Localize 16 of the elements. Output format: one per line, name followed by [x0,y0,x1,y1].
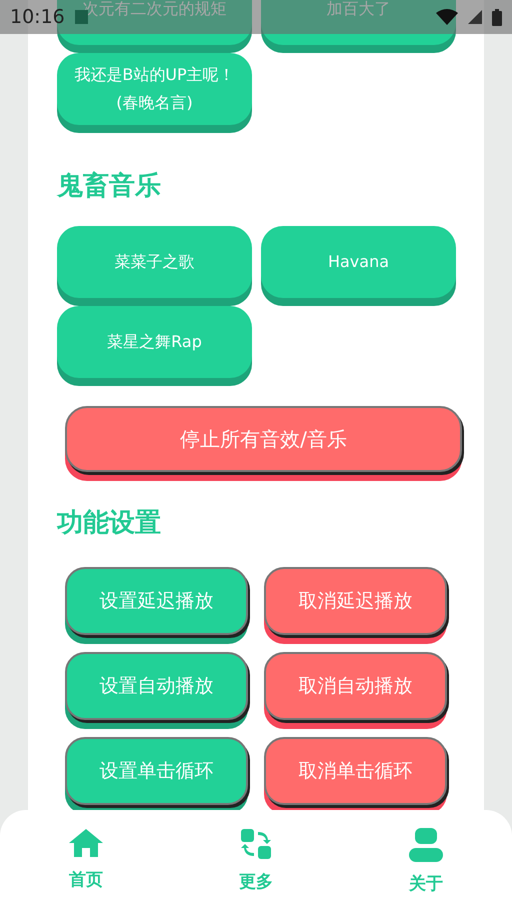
wifi-icon [436,9,458,25]
nav-tab[interactable]: 更多 [225,828,287,910]
user-icon [409,828,443,862]
home-icon [68,828,104,858]
sound-button[interactable]: 菜星之舞Rap [57,306,252,378]
sound-button[interactable]: 我还是B站的UP主呢！ (春晚名言) [57,53,252,125]
nav-tab[interactable]: 关于 [395,828,457,910]
nav-tab[interactable]: 首页 [55,828,117,910]
sound-button[interactable]: 菜菜子之歌 [57,226,252,298]
signal-icon [468,10,482,24]
swap-squares-icon [240,828,272,860]
section-title: 功能设置 [57,507,162,540]
section-title: 鬼畜音乐 [57,170,162,203]
sound-button[interactable]: 加百大了 [261,0,456,45]
sound-button[interactable]: Havana [261,226,456,298]
battery-icon [492,8,502,26]
